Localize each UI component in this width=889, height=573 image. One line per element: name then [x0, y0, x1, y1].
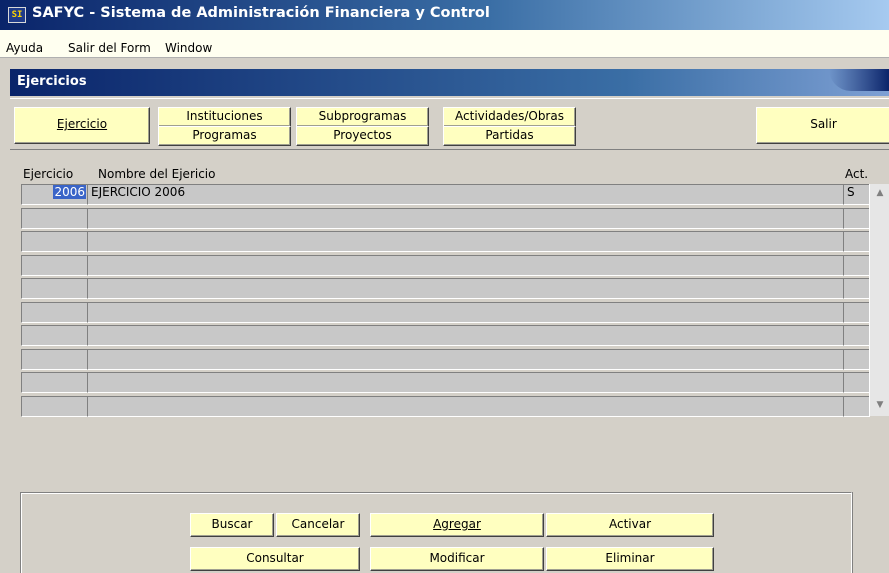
cell-act[interactable]	[843, 372, 870, 393]
proyectos-button[interactable]: Proyectos	[296, 126, 429, 146]
agregar-button[interactable]: Agregar	[370, 513, 544, 537]
cell-nombre[interactable]: EJERCICIO 2006	[87, 184, 845, 205]
title-bar: SI SAFYC - Sistema de Administración Fin…	[0, 0, 889, 30]
header-act: Act.	[845, 167, 869, 181]
cell-ejercicio-value: 2006	[53, 185, 86, 199]
cell-nombre[interactable]	[87, 396, 845, 417]
cell-act[interactable]	[843, 208, 870, 229]
menu-window[interactable]: Window	[165, 41, 212, 55]
form-title: Ejercicios	[17, 74, 87, 89]
scroll-down-icon[interactable]: ▼	[872, 398, 888, 412]
navigation-toolbar: Ejercicio Instituciones Programas Subpro…	[10, 98, 889, 150]
ejercicio-button[interactable]: Ejercicio	[14, 107, 150, 144]
cell-act[interactable]	[843, 302, 870, 323]
cell-nombre[interactable]	[87, 278, 845, 299]
cell-act[interactable]	[843, 278, 870, 299]
programas-button[interactable]: Programas	[158, 126, 291, 146]
scroll-up-icon[interactable]: ▲	[872, 186, 888, 200]
cell-act[interactable]	[843, 396, 870, 417]
cell-act[interactable]	[843, 349, 870, 370]
modificar-button[interactable]: Modificar	[370, 547, 544, 571]
cancelar-button[interactable]: Cancelar	[276, 513, 360, 537]
menu-ayuda[interactable]: Ayuda	[6, 41, 43, 55]
cell-nombre[interactable]	[87, 255, 845, 276]
subprogramas-button[interactable]: Subprogramas	[296, 107, 429, 127]
cell-act[interactable]	[843, 231, 870, 252]
grid-scrollbar[interactable]: ▲ ▼	[869, 184, 889, 416]
buscar-button[interactable]: Buscar	[190, 513, 274, 537]
activar-button[interactable]: Activar	[546, 513, 714, 537]
cell-nombre[interactable]	[87, 208, 845, 229]
cell-nombre[interactable]	[87, 349, 845, 370]
menu-bar: Ayuda Salir del Form Window	[0, 30, 889, 58]
header-nombre: Nombre del Ejericio	[98, 167, 216, 181]
actions-panel: Buscar Cancelar Agregar Activar Consulta…	[20, 492, 852, 573]
actividades-obras-button[interactable]: Actividades/Obras	[443, 107, 576, 127]
app-icon[interactable]: SI	[8, 7, 26, 23]
cell-nombre[interactable]	[87, 231, 845, 252]
menu-salir-del-form[interactable]: Salir del Form	[68, 41, 151, 55]
partidas-button[interactable]: Partidas	[443, 126, 576, 146]
cell-nombre[interactable]	[87, 325, 845, 346]
window-title: SAFYC - Sistema de Administración Financ…	[32, 5, 490, 21]
instituciones-button[interactable]: Instituciones	[158, 107, 291, 127]
consultar-button[interactable]: Consultar	[190, 547, 360, 571]
header-ejercicio: Ejercicio	[23, 167, 74, 181]
panel-edge	[852, 492, 889, 573]
cell-nombre[interactable]	[87, 372, 845, 393]
cell-act[interactable]	[843, 255, 870, 276]
cell-act[interactable]	[843, 325, 870, 346]
cell-act[interactable]: S	[843, 184, 870, 205]
form-title-bar: Ejercicios	[10, 69, 889, 96]
cell-nombre[interactable]	[87, 302, 845, 323]
salir-button[interactable]: Salir	[756, 107, 889, 144]
title-swoosh	[829, 69, 889, 91]
eliminar-button[interactable]: Eliminar	[546, 547, 714, 571]
